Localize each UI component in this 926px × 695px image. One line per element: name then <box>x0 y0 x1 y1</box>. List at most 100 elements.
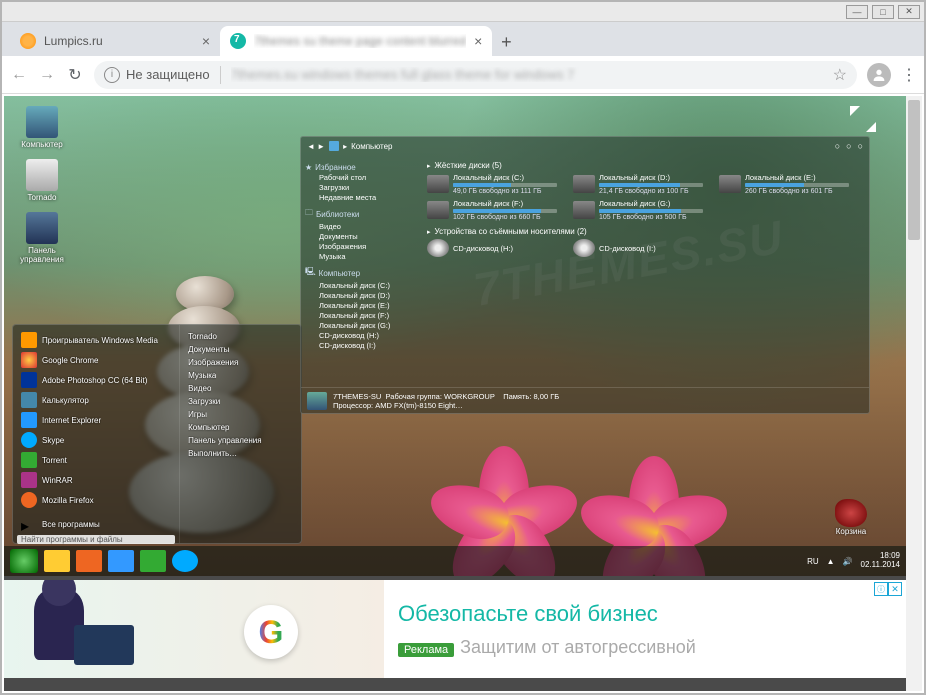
explorer-close-icon[interactable]: ○ <box>858 141 863 151</box>
taskbar-item[interactable] <box>76 550 102 572</box>
new-tab-button[interactable]: + <box>492 28 520 56</box>
desktop-icon-recycle[interactable]: Корзина <box>826 499 876 536</box>
browser-menu-button[interactable]: ⋮ <box>901 65 916 85</box>
nav-item[interactable]: Музыка <box>305 252 417 261</box>
adchoices-icon[interactable]: ⓘ <box>874 582 888 596</box>
desktop-icon-computer[interactable]: Компьютер <box>14 106 70 149</box>
drive-free: 102 ГБ свободно из 660 ГБ <box>453 214 557 221</box>
start-item[interactable]: WinRAR <box>17 471 175 489</box>
taskbar-item[interactable] <box>140 550 166 572</box>
start-all-programs[interactable]: ▸Все программы <box>17 515 175 533</box>
nav-group-computer[interactable]: 🖳 Компьютер <box>305 266 417 280</box>
fullscreen-icon[interactable] <box>850 106 876 132</box>
drive-item[interactable]: Локальный диск (E:) 260 ГБ свободно из 6… <box>719 173 849 195</box>
tab-close-icon[interactable]: × <box>202 33 210 49</box>
drive-item[interactable]: CD-дисковод (H:) <box>427 239 557 257</box>
nav-item[interactable]: Изображения <box>305 242 417 251</box>
nav-group-libraries[interactable]: 🗀 Библиотеки <box>305 207 417 221</box>
explorer-titlebar[interactable]: ◄ ► ▸ Компьютер ○ ○ ○ <box>301 137 869 155</box>
breadcrumb[interactable]: ◄ ► ▸ Компьютер <box>307 141 392 151</box>
icon-label: Корзина <box>836 527 866 536</box>
language-indicator[interactable]: RU <box>807 557 819 566</box>
drive-free: 49,0 ГБ свободно из 111 ГБ <box>453 188 557 195</box>
forward-button[interactable]: → <box>38 66 56 84</box>
site-info-icon[interactable]: i <box>104 67 120 83</box>
browser-tab-active[interactable]: 7themes su theme page content blurred × <box>220 26 492 56</box>
start-place[interactable]: Tornado <box>184 331 297 342</box>
nav-item[interactable]: Документы <box>305 232 417 241</box>
google-logo-icon: G <box>244 605 298 659</box>
window-close-button[interactable]: ✕ <box>898 5 920 19</box>
start-item[interactable]: Mozilla Firefox <box>17 491 175 509</box>
start-item[interactable]: Калькулятор <box>17 391 175 409</box>
taskbar-item[interactable] <box>172 550 198 572</box>
start-place[interactable]: Загрузки <box>184 396 297 407</box>
nav-item[interactable]: Локальный диск (D:) <box>305 291 417 300</box>
flower-decor <box>584 436 724 556</box>
section-header-removable[interactable]: Устройства со съёмными носителями (2) <box>427 227 863 236</box>
start-place[interactable]: Видео <box>184 383 297 394</box>
reload-button[interactable]: ↻ <box>66 65 84 85</box>
bookmark-star-icon[interactable]: ☆ <box>833 65 847 85</box>
taskbar-item[interactable] <box>44 550 70 572</box>
start-item[interactable]: Torrent <box>17 451 175 469</box>
drive-item[interactable]: Локальный диск (G:) 105 ГБ свободно из 5… <box>573 199 703 221</box>
back-button[interactable]: ← <box>10 66 28 84</box>
desktop-icon-tornado[interactable]: Tornado <box>14 159 70 202</box>
nav-item[interactable]: Локальный диск (G:) <box>305 321 417 330</box>
start-menu-places: Tornado Документы Изображения Музыка Вид… <box>179 325 301 543</box>
tray-volume-icon[interactable]: 🔊 <box>843 557 853 566</box>
explorer-max-icon[interactable]: ○ <box>846 141 851 151</box>
drive-name: CD-дисковод (H:) <box>453 244 557 253</box>
drive-item[interactable]: Локальный диск (F:) 102 ГБ свободно из 6… <box>427 199 557 221</box>
section-header-hdd[interactable]: Жёсткие диски (5) <box>427 161 863 170</box>
nav-item[interactable]: Рабочий стол <box>305 173 417 182</box>
explorer-min-icon[interactable]: ○ <box>835 141 840 151</box>
explorer-window[interactable]: ◄ ► ▸ Компьютер ○ ○ ○ ★ Избранное Рабочи… <box>300 136 870 414</box>
drive-item[interactable]: CD-дисковод (I:) <box>573 239 703 257</box>
nav-group-favorites[interactable]: ★ Избранное <box>305 163 417 172</box>
cd-icon <box>573 239 595 257</box>
nav-item[interactable]: Локальный диск (F:) <box>305 311 417 320</box>
start-item[interactable]: Skype <box>17 431 175 449</box>
window-minimize-button[interactable]: — <box>846 5 868 19</box>
browser-tab-lumpics[interactable]: Lumpics.ru × <box>10 26 220 56</box>
nav-item[interactable]: Локальный диск (E:) <box>305 301 417 310</box>
scrollbar-thumb[interactable] <box>908 100 920 240</box>
start-place[interactable]: Компьютер <box>184 422 297 433</box>
nav-item[interactable]: Видео <box>305 222 417 231</box>
start-search-input[interactable]: Найти программы и файлы <box>17 535 175 544</box>
tray-flag-icon[interactable]: ▲ <box>827 557 835 566</box>
vertical-scrollbar[interactable] <box>906 96 922 691</box>
start-item[interactable]: Internet Explorer <box>17 411 175 429</box>
drive-name: Локальный диск (C:) <box>453 173 557 182</box>
nav-item[interactable]: CD-дисковод (I:) <box>305 341 417 350</box>
drive-item[interactable]: Локальный диск (D:) 21,4 ГБ свободно из … <box>573 173 703 195</box>
start-item[interactable]: Adobe Photoshop CC (64 Bit) <box>17 371 175 389</box>
system-tray[interactable]: RU ▲ 🔊 18:0902.11.2014 <box>807 552 900 570</box>
start-item[interactable]: Google Chrome <box>17 351 175 369</box>
start-item[interactable]: Проигрыватель Windows Media <box>17 331 175 349</box>
profile-avatar[interactable] <box>867 63 891 87</box>
taskbar-clock[interactable]: 18:0902.11.2014 <box>861 552 900 570</box>
nav-item[interactable]: Недавние места <box>305 193 417 202</box>
nav-item[interactable]: CD-дисковод (H:) <box>305 331 417 340</box>
ad-banner[interactable]: G Обезопасьте свой бизнес РекламаЗащитим… <box>4 578 906 678</box>
address-bar[interactable]: i Не защищено 7themes.su windows themes … <box>94 61 857 89</box>
hdd-icon <box>427 175 449 193</box>
window-maximize-button[interactable]: □ <box>872 5 894 19</box>
start-place[interactable]: Выполнить… <box>184 448 297 459</box>
start-place[interactable]: Документы <box>184 344 297 355</box>
drive-item[interactable]: Локальный диск (C:) 49,0 ГБ свободно из … <box>427 173 557 195</box>
taskbar-item[interactable] <box>108 550 134 572</box>
start-button[interactable] <box>10 549 38 573</box>
nav-item[interactable]: Загрузки <box>305 183 417 192</box>
start-place[interactable]: Панель управления <box>184 435 297 446</box>
tab-close-icon[interactable]: × <box>474 33 482 49</box>
start-place[interactable]: Музыка <box>184 370 297 381</box>
nav-item[interactable]: Локальный диск (C:) <box>305 281 417 290</box>
ad-close-icon[interactable]: ✕ <box>888 582 902 596</box>
start-place[interactable]: Игры <box>184 409 297 420</box>
desktop-icon-control-panel[interactable]: Панель управления <box>14 212 70 264</box>
start-place[interactable]: Изображения <box>184 357 297 368</box>
